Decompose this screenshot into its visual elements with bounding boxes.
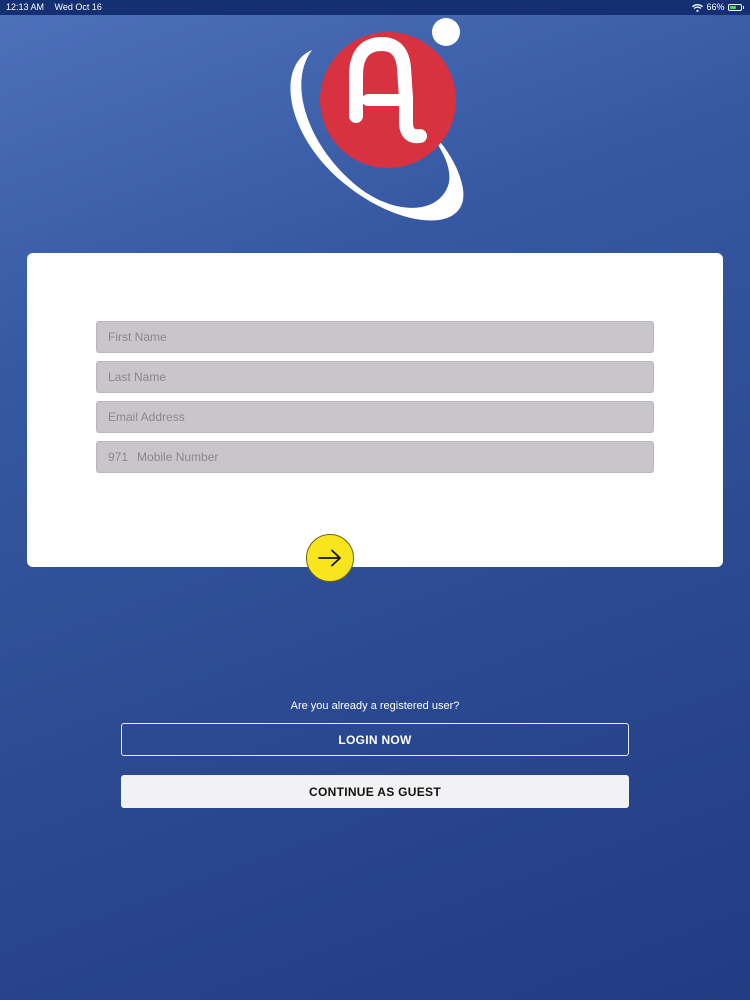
continue-as-guest-button[interactable]: CONTINUE AS GUEST: [121, 775, 629, 808]
battery-body: [727, 4, 742, 11]
mobile-input[interactable]: [137, 442, 653, 472]
last-name-field[interactable]: [96, 361, 654, 393]
registered-question: Are you already a registered user?: [290, 700, 460, 712]
email-input[interactable]: [97, 402, 653, 432]
battery-percent: 66%: [706, 2, 725, 12]
status-date: Wed Oct 16: [54, 2, 102, 12]
country-code[interactable]: 971: [108, 450, 128, 464]
login-now-button[interactable]: LOGIN NOW: [121, 723, 629, 756]
registration-card: 971: [27, 253, 723, 582]
battery-icon: [727, 4, 744, 11]
mobile-field[interactable]: 971: [96, 441, 654, 473]
app-logo: [278, 18, 470, 228]
battery-cap: [742, 6, 744, 9]
first-name-field[interactable]: [96, 321, 654, 353]
battery-fill: [729, 6, 737, 9]
first-name-input[interactable]: [97, 322, 653, 352]
arrow-right-icon: [318, 549, 341, 567]
wifi-icon: [692, 3, 704, 12]
status-left: 12:13 AM Wed Oct 16: [6, 0, 110, 15]
last-name-input[interactable]: [97, 362, 653, 392]
logo-dot: [432, 18, 460, 46]
status-time: 12:13 AM: [6, 2, 45, 12]
status-bar: 12:13 AM Wed Oct 16 66%: [0, 0, 750, 15]
next-button[interactable]: [306, 534, 354, 582]
status-right: 66%: [692, 0, 744, 15]
email-field[interactable]: [96, 401, 654, 433]
